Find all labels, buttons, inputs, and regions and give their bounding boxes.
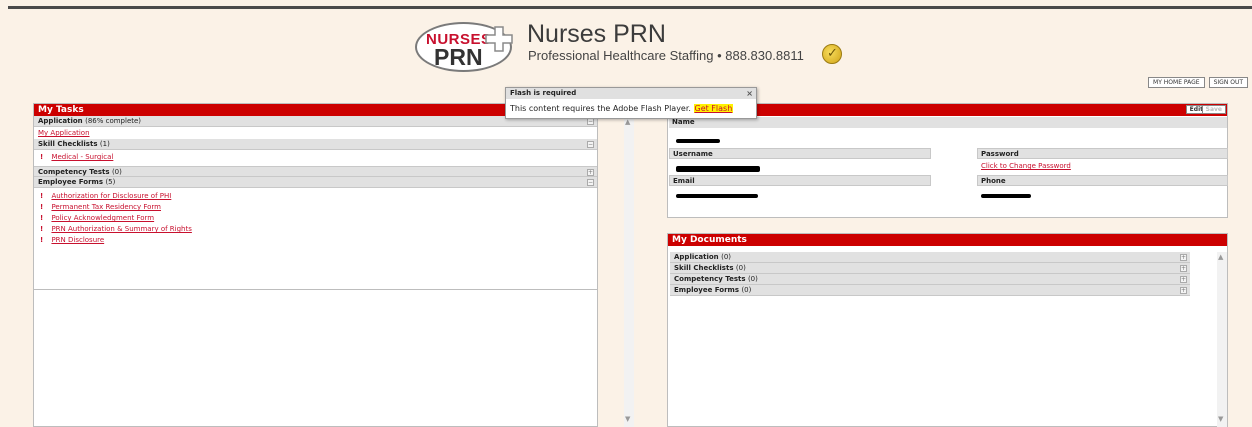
flash-message: This content requires the Adobe Flash Pl… (510, 104, 691, 113)
expand-icon[interactable]: + (1180, 276, 1187, 283)
section-label: Application (38, 117, 83, 125)
section-count: (5) (105, 178, 116, 186)
employee-forms-list: ! Authorization for Disclosure of PHI ! … (34, 188, 597, 246)
scroll-down-icon[interactable]: ▼ (1218, 415, 1223, 423)
phone-value-redacted (981, 194, 1031, 198)
section-count: (0) (735, 264, 746, 272)
list-item: ! PRN Authorization & Summary of Rights (34, 224, 597, 235)
collapse-icon[interactable]: − (587, 141, 594, 148)
list-item: ! Authorization for Disclosure of PHI (34, 191, 597, 202)
verified-badge-icon: ✓ (822, 44, 842, 64)
section-count: (0) (741, 286, 752, 294)
email-label: Email (669, 175, 931, 186)
scroll-up-icon[interactable]: ▲ (1218, 253, 1223, 261)
alert-icon: ! (40, 236, 44, 244)
list-item: ! Medical - Surgical (34, 150, 597, 166)
scroll-down-icon[interactable]: ▼ (625, 415, 630, 423)
form-link[interactable]: PRN Disclosure (51, 236, 104, 244)
section-label: Competency Tests (38, 168, 110, 176)
doc-section-competency-tests[interactable]: Competency Tests (0) + (670, 274, 1190, 285)
profile-panel: Edit Save Name Username Password Click t… (667, 103, 1228, 218)
form-link[interactable]: Policy Acknowledgment Form (51, 214, 154, 222)
checkmark-icon: ✓ (827, 46, 838, 61)
documents-section-list: Application (0) + Skill Checklists (0) +… (670, 252, 1190, 296)
alert-icon: ! (40, 153, 44, 161)
expand-icon[interactable]: + (587, 169, 594, 176)
alert-icon: ! (40, 225, 44, 233)
collapse-icon[interactable]: − (587, 118, 594, 125)
list-item: ! Permanent Tax Residency Form (34, 202, 597, 213)
task-section-skill-checklists[interactable]: Skill Checklists (1) − (34, 139, 597, 150)
doc-section-application[interactable]: Application (0) + (670, 252, 1190, 263)
section-count: (86% complete) (85, 117, 142, 125)
section-label: Application (674, 253, 719, 261)
doc-section-skill-checklists[interactable]: Skill Checklists (0) + (670, 263, 1190, 274)
documents-scrollbar[interactable]: ▲ ▼ (1217, 252, 1227, 427)
my-home-page-button[interactable]: MY HOME PAGE (1148, 77, 1205, 88)
section-label: Skill Checklists (674, 264, 734, 272)
top-navigation: MY HOME PAGE SIGN OUT (1148, 77, 1248, 88)
section-count: (0) (721, 253, 732, 261)
password-label: Password (977, 148, 1228, 159)
doc-section-employee-forms[interactable]: Employee Forms (0) + (670, 285, 1190, 296)
left-content-area (33, 290, 598, 427)
scroll-up-icon[interactable]: ▲ (625, 118, 630, 126)
expand-icon[interactable]: + (1180, 254, 1187, 261)
flash-dialog-titlebar: Flash is required × (506, 88, 756, 99)
flash-dialog-title: Flash is required (510, 89, 577, 97)
sign-out-button[interactable]: SIGN OUT (1208, 77, 1248, 88)
expand-icon[interactable]: + (1180, 265, 1187, 272)
section-count: (1) (99, 140, 110, 148)
form-link[interactable]: PRN Authorization & Summary of Rights (51, 225, 191, 233)
task-section-competency-tests[interactable]: Competency Tests (0) + (34, 166, 597, 177)
brand-subtitle: Professional Healthcare Staffing • 888.8… (528, 48, 804, 63)
phone-label: Phone (977, 175, 1228, 186)
alert-icon: ! (40, 214, 44, 222)
username-label: Username (669, 148, 931, 159)
task-section-employee-forms[interactable]: Employee Forms (5) − (34, 177, 597, 188)
section-label: Employee Forms (674, 286, 740, 294)
close-icon[interactable]: × (746, 88, 753, 99)
name-value-redacted (676, 139, 720, 143)
skill-checklist-link[interactable]: Medical - Surgical (51, 153, 113, 161)
flash-dialog-body: This content requires the Adobe Flash Pl… (506, 99, 756, 118)
change-password-link[interactable]: Click to Change Password (981, 162, 1071, 170)
my-documents-panel: My Documents Application (0) + Skill Che… (667, 233, 1228, 427)
my-application-link[interactable]: My Application (38, 129, 90, 137)
section-label: Skill Checklists (38, 140, 98, 148)
get-flash-link[interactable]: Get Flash (693, 104, 734, 113)
site-header: NURSES PRN Nurses PRN Professional Healt… (410, 18, 870, 76)
section-count: (0) (747, 275, 758, 283)
my-tasks-panel: My Tasks Application (86% complete) − My… (33, 103, 598, 290)
email-value-redacted (676, 194, 758, 198)
form-link[interactable]: Permanent Tax Residency Form (51, 203, 161, 211)
section-label: Competency Tests (674, 275, 746, 283)
section-label: Employee Forms (38, 178, 104, 186)
logo-word-prn: PRN (434, 44, 483, 70)
username-value-redacted (676, 166, 760, 172)
list-item: ! Policy Acknowledgment Form (34, 213, 597, 224)
top-border (8, 6, 1252, 9)
list-item: ! PRN Disclosure (34, 235, 597, 246)
expand-icon[interactable]: + (1180, 287, 1187, 294)
section-count: (0) (111, 168, 122, 176)
form-link[interactable]: Authorization for Disclosure of PHI (51, 192, 171, 200)
left-scrollbar[interactable]: ▲ ▼ (624, 117, 634, 427)
flash-required-dialog: Flash is required × This content require… (505, 87, 757, 119)
collapse-icon[interactable]: − (587, 179, 594, 186)
medical-cross-icon (485, 26, 513, 52)
alert-icon: ! (40, 203, 44, 211)
list-item: My Application (34, 127, 597, 139)
brand-title: Nurses PRN (527, 20, 666, 48)
my-documents-title: My Documents (668, 234, 1227, 246)
save-button[interactable]: Save (1201, 105, 1226, 114)
alert-icon: ! (40, 192, 44, 200)
